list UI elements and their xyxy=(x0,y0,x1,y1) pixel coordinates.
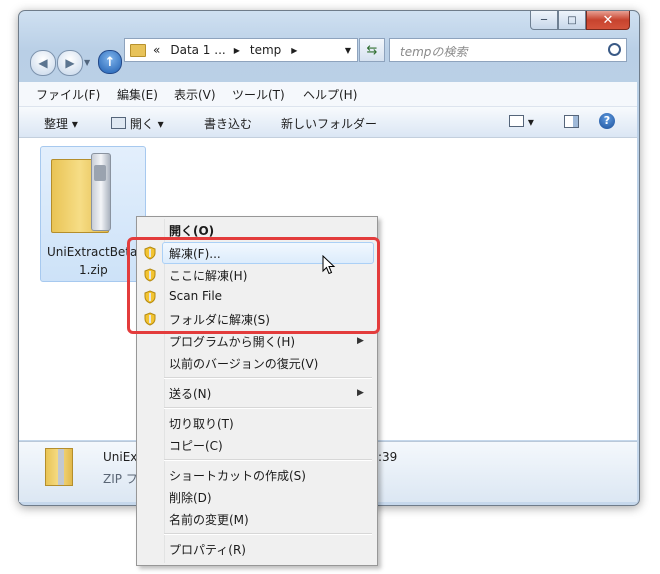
new-folder-button[interactable]: 新しいフォルダー xyxy=(281,115,377,132)
submenu-arrow-icon: ▶ xyxy=(357,336,364,346)
zip-folder-icon xyxy=(51,153,111,233)
up-arrow-icon: ↑ xyxy=(104,54,116,70)
refresh-icon: ⇆ xyxy=(366,42,378,58)
search-input[interactable]: tempの検索 xyxy=(400,43,467,60)
ctx-rename[interactable]: 名前の変更(M) xyxy=(169,511,249,528)
search-box[interactable]: tempの検索 xyxy=(389,38,627,62)
ctx-restore-previous[interactable]: 以前のバージョンの復元(V) xyxy=(169,355,318,372)
help-icon: ? xyxy=(599,113,615,129)
mouse-cursor-icon xyxy=(322,255,336,275)
ctx-delete[interactable]: 削除(D) xyxy=(169,489,212,506)
ctx-open-with[interactable]: プログラムから開く(H) xyxy=(169,333,295,350)
burn-button[interactable]: 書き込む xyxy=(204,115,252,132)
address-dropdown-icon[interactable]: ▼ xyxy=(345,46,351,55)
help-button[interactable]: ? xyxy=(599,113,615,129)
ctx-copy[interactable]: コピー(C) xyxy=(169,437,223,454)
preview-pane-icon xyxy=(564,115,579,128)
menu-separator xyxy=(164,459,372,461)
menu-separator xyxy=(164,377,372,379)
details-type: ZIP フ xyxy=(103,472,138,486)
breadcrumb-data1[interactable]: Data 1 ... xyxy=(170,43,225,57)
menu-edit[interactable]: 編集(E) xyxy=(117,86,158,103)
forward-arrow-icon: ▶ xyxy=(65,56,75,70)
close-button[interactable]: ✕ xyxy=(586,11,630,30)
menu-help[interactable]: ヘルプ(H) xyxy=(303,86,357,103)
menu-view[interactable]: 表示(V) xyxy=(174,86,216,103)
ctx-send-to[interactable]: 送る(N) xyxy=(169,385,211,402)
menu-separator xyxy=(164,407,372,409)
organize-button[interactable]: 整理 ▾ xyxy=(44,115,78,132)
maximize-button[interactable]: □ xyxy=(558,11,586,30)
refresh-button[interactable]: ⇆ xyxy=(359,38,385,62)
file-name-line1: UniExtractBeta xyxy=(47,245,138,259)
command-bar: 整理 ▾ 開く ▾ 書き込む 新しいフォルダー ▾ ? xyxy=(19,107,637,138)
minimize-button[interactable]: ─ xyxy=(530,11,558,30)
chevron-right-icon[interactable]: ▶ xyxy=(234,46,240,55)
details-name: UniEx xyxy=(103,450,138,464)
recent-pages-dropdown[interactable]: ▼ xyxy=(84,58,90,67)
forward-button[interactable]: ▶ xyxy=(57,50,83,76)
back-button[interactable]: ◀ xyxy=(30,50,56,76)
window-icon xyxy=(111,117,126,129)
menu-tools[interactable]: ツール(T) xyxy=(232,86,285,103)
submenu-arrow-icon: ▶ xyxy=(357,388,364,398)
folder-icon xyxy=(130,43,146,57)
highlight-box xyxy=(127,237,380,334)
ctx-cut[interactable]: 切り取り(T) xyxy=(169,415,234,432)
file-name-line2: 1.zip xyxy=(79,263,108,277)
search-icon[interactable] xyxy=(608,43,621,56)
ctx-properties[interactable]: プロパティ(R) xyxy=(169,541,246,558)
address-bar[interactable]: « Data 1 ... ▶ temp ▶ ▼ xyxy=(124,38,358,62)
back-arrow-icon: ◀ xyxy=(38,56,48,70)
address-overflow[interactable]: « xyxy=(153,43,160,57)
breadcrumb-temp[interactable]: temp xyxy=(250,43,281,57)
menubar: ファイル(F) 編集(E) 表示(V) ツール(T) ヘルプ(H) xyxy=(19,82,637,107)
ctx-create-shortcut[interactable]: ショートカットの作成(S) xyxy=(169,467,306,484)
preview-pane-button[interactable] xyxy=(564,115,579,130)
menu-separator xyxy=(164,533,372,535)
details-time: :39 xyxy=(378,450,398,464)
open-button[interactable]: 開く ▾ xyxy=(111,115,164,132)
caption-buttons: ─ □ ✕ xyxy=(530,11,652,31)
menu-file[interactable]: ファイル(F) xyxy=(36,86,100,103)
details-zip-icon xyxy=(45,448,73,486)
chevron-right-icon[interactable]: ▶ xyxy=(291,46,297,55)
view-icon xyxy=(509,115,524,127)
view-options-button[interactable]: ▾ xyxy=(509,115,534,129)
up-button[interactable]: ↑ xyxy=(98,50,122,74)
